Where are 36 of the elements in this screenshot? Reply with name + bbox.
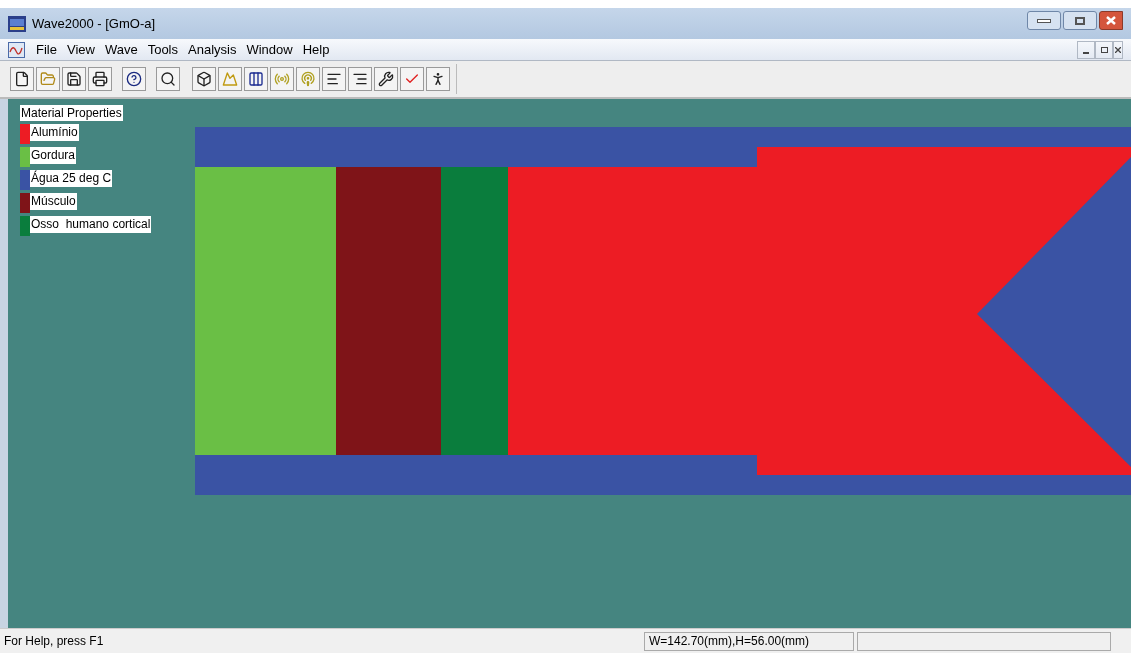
material-label: Água 25 deg C — [30, 170, 113, 187]
save-icon[interactable] — [62, 67, 86, 91]
menu-item[interactable]: Wave — [99, 39, 143, 60]
maximize-button[interactable] — [1063, 11, 1097, 30]
document-icon — [8, 41, 25, 58]
menu-item[interactable]: Analysis — [183, 39, 242, 60]
menu-item[interactable]: Window — [241, 39, 298, 60]
material-label: Músculo — [30, 193, 77, 210]
dimensions-panel: W=142.70(mm),H=56.00(mm) — [644, 631, 854, 651]
legend-title: Material Properties — [20, 105, 123, 121]
close-icon — [1115, 46, 1121, 53]
child-restore-button[interactable] — [1095, 40, 1113, 59]
status-help-text: For Help, press F1 — [4, 633, 105, 650]
columns-icon[interactable] — [244, 67, 268, 91]
print-icon[interactable] — [88, 67, 112, 91]
close-icon — [1106, 16, 1116, 25]
search-icon[interactable] — [156, 67, 180, 91]
app-icon — [8, 15, 26, 32]
menu-item[interactable]: View — [61, 39, 100, 60]
material-label: Osso humano cortical — [30, 216, 152, 233]
menu-item[interactable]: File — [31, 39, 62, 60]
cube-icon[interactable] — [192, 67, 216, 91]
align-left-icon[interactable] — [322, 67, 346, 91]
minimize-button[interactable] — [1027, 11, 1061, 30]
material-label: Alumínio — [30, 124, 79, 141]
align-right-icon[interactable] — [348, 67, 372, 91]
child-minimize-button[interactable] — [1077, 40, 1095, 59]
child-close-button[interactable] — [1113, 40, 1123, 59]
material-label: Gordura — [30, 147, 77, 164]
window-title: Wave2000 - [GmO-a] — [32, 14, 156, 33]
close-button[interactable] — [1099, 11, 1123, 30]
new-file-icon[interactable] — [10, 67, 34, 91]
menu-item[interactable]: Help — [297, 39, 335, 60]
check-icon[interactable] — [400, 67, 424, 91]
menu-item[interactable]: Tools — [142, 39, 183, 60]
wrench-icon[interactable] — [374, 67, 398, 91]
